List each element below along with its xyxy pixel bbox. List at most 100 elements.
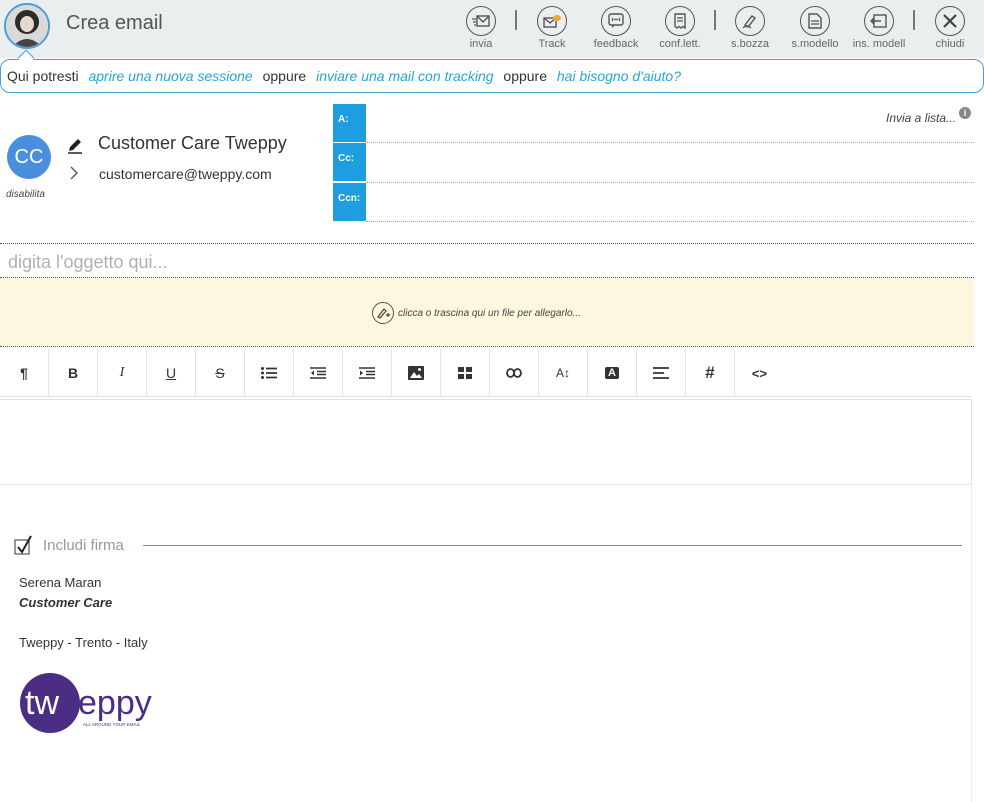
track-label: Track [538,38,566,50]
track-button[interactable]: Track [524,6,580,52]
save-draft-icon [742,15,757,29]
subject-input[interactable] [8,248,968,276]
sender-avatar[interactable]: CC [7,135,51,179]
read-receipt-icon [674,13,686,29]
save-draft-button[interactable]: s.bozza [722,6,778,52]
page-title: Crea email [66,12,163,34]
align-left-icon [653,367,669,379]
editor-toolbar: ¶ B I U S A↕ A # <> [0,349,972,397]
logo-mark-tw: tw [25,684,59,722]
save-template-button[interactable]: s.modello [787,6,843,52]
outdent-button[interactable] [294,349,343,397]
send-icon [472,15,490,27]
code-icon: <> [751,365,768,381]
bullet-list-button[interactable] [245,349,294,397]
italic-button[interactable]: I [98,349,147,397]
sender-email: customercare@tweppy.com [99,166,272,182]
strikethrough-icon: S [215,365,225,381]
include-signature-label[interactable]: Includi firma [43,537,124,554]
cc-input[interactable] [372,148,852,178]
chevron-right-icon[interactable] [68,166,80,180]
to-divider [366,142,974,143]
edit-pencil-icon[interactable] [66,136,84,154]
bcc-divider [366,221,974,222]
to-label: A: [333,104,366,142]
font-size-button[interactable]: A↕ [539,349,588,397]
indent-button[interactable] [343,349,392,397]
cc-label: Cc: [333,143,366,181]
toolbar-separator [515,10,517,30]
bold-icon: B [67,365,79,381]
signature-role: Customer Care [19,595,113,610]
new-session-link[interactable]: aprire una nuova sessione [88,68,252,84]
hashtag-icon: # [705,363,715,382]
subject-divider [0,243,974,244]
logo-tagline: ALL AROUND YOUR EMAIL [83,722,141,727]
tracking-mail-link[interactable]: inviare una mail con tracking [316,68,493,84]
message-body-editor[interactable] [0,399,972,485]
attachment-dropzone[interactable]: clicca o trascina qui un file per allega… [0,277,974,347]
signature-company: Tweppy - Trento - Italy [19,635,148,650]
help-link[interactable]: hai bisogno d'aiuto? [557,68,681,84]
user-avatar[interactable] [4,3,50,49]
logo-mark-eppy: eppy [78,684,152,722]
suggestion-separator: oppure [262,68,307,84]
signature-name: Serena Maran [19,575,102,590]
table-icon [458,367,472,379]
insert-template-button[interactable]: ins. modell [851,6,907,52]
suggestion-bar: Qui potresti aprire una nuova sessione o… [0,59,984,93]
editor-right-border [971,485,972,802]
save-draft-label: s.bozza [731,38,769,50]
send-to-list-link[interactable]: Invia a lista... [886,111,956,125]
italic-icon: I [119,365,125,380]
underline-button[interactable]: U [147,349,196,397]
text-color-icon: A [605,367,619,379]
indent-icon [359,367,375,379]
send-label: invia [469,38,493,50]
insert-table-button[interactable] [441,349,490,397]
close-button[interactable]: chiudi [922,6,978,52]
attach-file-icon [372,302,394,324]
bullet-list-icon [261,367,277,379]
info-icon[interactable]: i [959,107,971,119]
font-size-icon: A↕ [555,366,570,380]
bcc-label: Ccn: [333,183,366,221]
close-icon [943,14,957,28]
close-label: chiudi [935,38,965,50]
sender-name: Customer Care Tweppy [98,133,287,153]
toolbar-separator [714,10,716,30]
to-input[interactable] [372,108,852,138]
insert-image-button[interactable] [392,349,441,397]
insert-link-button[interactable] [490,349,539,397]
text-color-button[interactable]: A [588,349,637,397]
tweppy-logo: tw eppy ALL AROUND YOUR EMAIL [20,673,152,733]
send-button[interactable]: invia [453,6,509,52]
bold-button[interactable]: B [49,349,98,397]
paragraph-icon: ¶ [20,365,28,381]
read-receipt-button[interactable]: conf.lett. [652,6,708,52]
insert-template-icon [870,14,887,28]
disable-sender-link[interactable]: disabilita [6,189,45,200]
hashtag-button[interactable]: # [686,349,735,397]
suggestion-separator: oppure [503,68,547,84]
save-template-icon [808,13,822,29]
header: Crea email invia Track feedback conf.let… [0,0,984,58]
track-icon [543,15,561,28]
strikethrough-button[interactable]: S [196,349,245,397]
include-signature-checkbox[interactable] [14,535,32,555]
feedback-button[interactable]: feedback [588,6,644,52]
feedback-icon [608,13,624,28]
save-template-label: s.modello [791,38,839,50]
code-view-button[interactable]: <> [735,349,784,397]
image-icon [408,366,424,380]
align-button[interactable] [637,349,686,397]
bcc-input[interactable] [372,188,852,218]
feedback-label: feedback [593,38,639,50]
link-icon [506,368,522,378]
suggestion-prefix: Qui potresti [7,68,79,84]
paragraph-button[interactable]: ¶ [0,349,49,397]
attachment-hint: clicca o trascina qui un file per allega… [398,307,581,319]
signature-divider [143,545,962,546]
outdent-icon [310,367,326,379]
read-receipt-label: conf.lett. [659,38,701,50]
